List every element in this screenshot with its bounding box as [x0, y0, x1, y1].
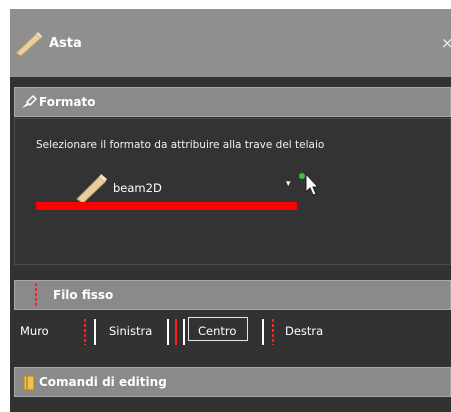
- panel-title: Asta: [49, 36, 82, 51]
- section-label-formato: Formato: [39, 95, 96, 109]
- align-right-icon[interactable]: [258, 317, 278, 347]
- section-header-comandi[interactable]: Comandi di editing: [14, 367, 451, 397]
- beam-icon: [76, 174, 107, 203]
- section-header-filo-fisso[interactable]: Filo fisso: [14, 280, 451, 310]
- align-left-icon[interactable]: [80, 317, 100, 347]
- option-sinistra[interactable]: Sinistra: [109, 324, 152, 338]
- option-destra[interactable]: Destra: [285, 324, 323, 338]
- properties-panel: Asta × Formato Selezionare il formato da…: [10, 9, 451, 412]
- brush-icon: [22, 95, 37, 108]
- chevron-down-icon[interactable]: ▾: [286, 179, 291, 189]
- book-icon: [23, 375, 35, 391]
- section-label-comandi: Comandi di editing: [39, 375, 167, 389]
- cursor-icon: [299, 172, 320, 196]
- title-bar: Asta ×: [10, 9, 451, 77]
- muro-label: Muro: [20, 324, 49, 338]
- section-label-filo-fisso: Filo fisso: [53, 288, 114, 302]
- red-dashed-line-icon: [35, 283, 37, 307]
- close-button[interactable]: ×: [441, 35, 451, 51]
- formato-instruction: Selezionare il formato da attribuire all…: [36, 139, 325, 151]
- formato-select-value[interactable]: beam2D: [113, 181, 162, 195]
- beam-icon: [15, 32, 42, 57]
- section-header-formato[interactable]: Formato: [14, 87, 451, 117]
- formato-highlight-bar: [36, 202, 297, 210]
- selected-option-frame: [188, 317, 248, 341]
- align-center-icon[interactable]: [165, 317, 187, 347]
